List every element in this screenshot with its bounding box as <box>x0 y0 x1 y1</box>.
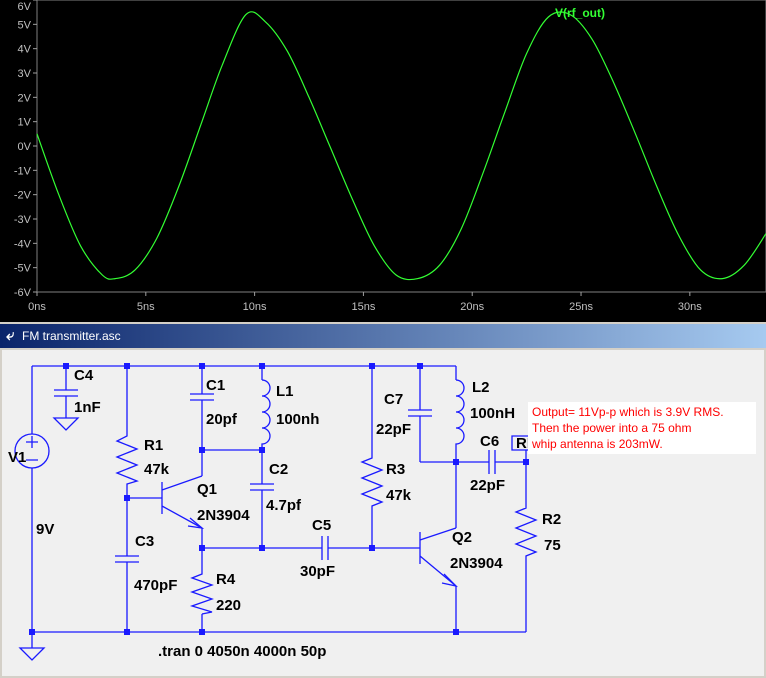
waveform-chart[interactable]: 6V 5V 4V 3V 2V 1V 0V -1V -2V -3V -4V -5V -6V 0ns 5ns 1… <box>0 0 766 322</box>
y-tick-label: -3V <box>14 214 32 226</box>
r4-ref: R4 <box>216 571 236 588</box>
v1-ref: V1 <box>8 449 26 466</box>
r4-value: 220 <box>216 597 241 614</box>
r2-value: 75 <box>544 537 561 554</box>
c3-ref: C3 <box>135 533 154 550</box>
c1-value: 20pf <box>206 411 238 428</box>
capacitor-c2[interactable] <box>250 478 274 496</box>
c5-value: 30pF <box>300 563 335 580</box>
capacitor-c1[interactable] <box>190 393 214 412</box>
c6-ref: C6 <box>480 433 499 450</box>
note-line: whip antenna is 203mW. <box>532 437 663 451</box>
plot-frame <box>36 0 766 293</box>
resistor-r3[interactable] <box>360 454 384 512</box>
inductor-l2[interactable] <box>455 379 465 446</box>
c7-ref: C7 <box>384 391 403 408</box>
note-line: Then the power into a 75 ohm <box>532 421 692 435</box>
r1-value: 47k <box>144 461 170 478</box>
capacitor-c5[interactable] <box>318 536 332 560</box>
transistor-q1[interactable] <box>161 475 205 529</box>
capacitor-c6[interactable] <box>486 450 498 474</box>
waveform-plot-pane[interactable]: 6V 5V 4V 3V 2V 1V 0V -1V -2V -3V -4V -5V -6V 0ns 5ns 1… <box>0 0 766 322</box>
spice-directive[interactable]: .tran 0 4050n 4000n 50p <box>158 643 326 660</box>
x-tick-label: 15ns <box>351 301 375 313</box>
c7-value: 22pF <box>376 421 411 438</box>
y-tick-label: -1V <box>14 165 32 177</box>
l2-value: 100nH <box>470 405 515 422</box>
resistor-r2[interactable] <box>514 504 538 562</box>
c4-ref: C4 <box>74 367 94 384</box>
trace-label[interactable]: V(rf_out) <box>555 6 605 20</box>
capacitor-c7[interactable] <box>408 404 432 422</box>
y-tick-label: 1V <box>18 117 32 129</box>
l1-value: 100nh <box>276 411 319 428</box>
capacitor-c3[interactable] <box>115 550 139 563</box>
schematic-titlebar[interactable]: ⤶ FM transmitter.asc <box>0 324 766 348</box>
y-tick-label: 0V <box>18 141 32 153</box>
window-title: FM transmitter.asc <box>22 329 121 343</box>
r3-value: 47k <box>386 487 412 504</box>
schematic-canvas[interactable]: C4 1nF V1 9V R1 47k C1 20pf L1 100nh C2 … <box>2 350 764 676</box>
c2-ref: C2 <box>269 461 288 478</box>
r2-ref: R2 <box>542 511 561 528</box>
y-tick-label: 4V <box>18 44 32 56</box>
y-tick-label: 6V <box>18 1 32 13</box>
schematic-window[interactable]: ⤶ FM transmitter.asc C4 1nF V1 9V R1 47k… <box>0 324 766 678</box>
l1-ref: L1 <box>276 383 294 400</box>
ground-icon <box>18 647 46 661</box>
q1-value: 2N3904 <box>197 507 250 524</box>
y-tick-label: -5V <box>14 263 32 275</box>
y-tick-label: -2V <box>14 190 32 202</box>
v1-value: 9V <box>36 521 54 538</box>
r3-ref: R3 <box>386 461 405 478</box>
x-axis: 0ns 5ns 10ns 15ns 20ns 25ns 30ns <box>28 292 702 313</box>
c1-ref: C1 <box>206 377 225 394</box>
x-tick-label: 5ns <box>137 301 155 313</box>
note-line: Output= 11Vp-p which is 3.9V RMS. <box>532 405 724 419</box>
c2-value: 4.7pf <box>266 497 302 514</box>
c3-value: 470pF <box>134 577 177 594</box>
x-tick-label: 25ns <box>569 301 593 313</box>
x-tick-label: 0ns <box>28 301 46 313</box>
ground-icon <box>52 417 80 431</box>
resistor-r1[interactable] <box>115 430 139 488</box>
q2-ref: Q2 <box>452 529 472 546</box>
schematic-drawing[interactable]: C4 1nF V1 9V R1 47k C1 20pf L1 100nh C2 … <box>2 350 764 676</box>
r1-ref: R1 <box>144 437 163 454</box>
x-tick-label: 20ns <box>460 301 484 313</box>
x-tick-label: 30ns <box>678 301 702 313</box>
inductor-l1[interactable] <box>261 379 271 446</box>
y-tick-label: 2V <box>18 92 32 104</box>
y-tick-label: 5V <box>18 19 32 31</box>
y-tick-label: 3V <box>18 68 32 80</box>
ltspice-icon: ⤶ <box>6 327 15 344</box>
y-tick-label: -6V <box>14 287 32 299</box>
y-axis: 6V 5V 4V 3V 2V 1V 0V -1V -2V -3V -4V -5V -6V <box>14 0 37 299</box>
c4-value: 1nF <box>74 399 101 416</box>
annotation-note[interactable]: Output= 11Vp-p which is 3.9V RMS. Then t… <box>528 402 756 454</box>
y-tick-label: -4V <box>14 238 32 250</box>
c5-ref: C5 <box>312 517 331 534</box>
q2-value: 2N3904 <box>450 555 503 572</box>
resistor-r4[interactable] <box>189 570 214 615</box>
trace-v-rf-out[interactable] <box>36 11 766 281</box>
l2-ref: L2 <box>472 379 490 396</box>
q1-ref: Q1 <box>197 481 217 498</box>
c6-value: 22pF <box>470 477 505 494</box>
x-tick-label: 10ns <box>243 301 267 313</box>
